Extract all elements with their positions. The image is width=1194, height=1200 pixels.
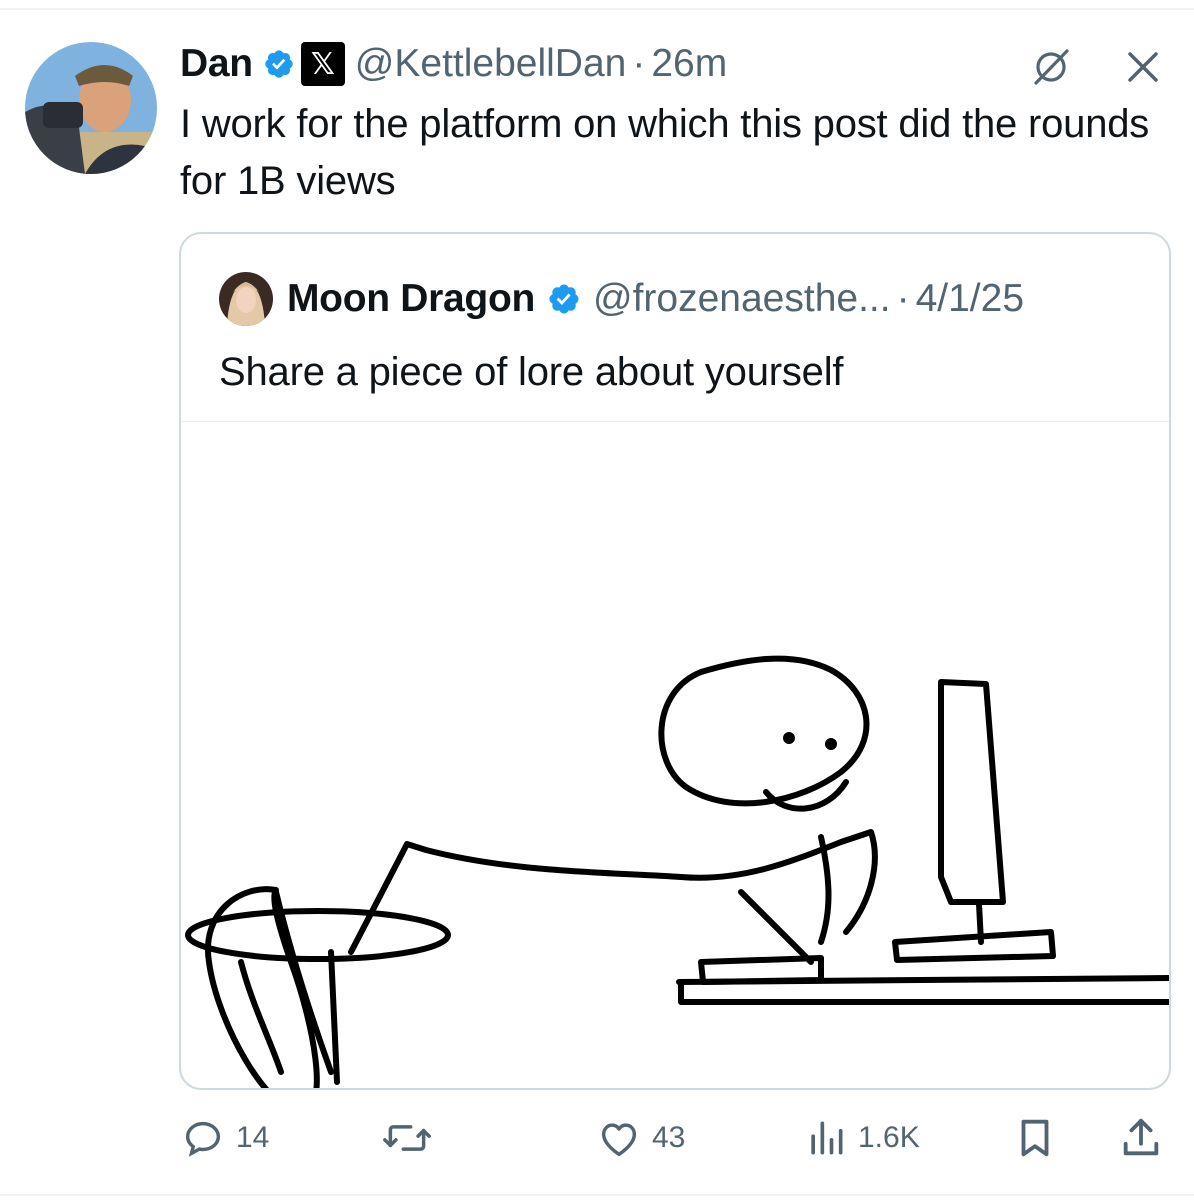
verified-badge-icon[interactable] [263, 48, 295, 80]
reply-button[interactable]: 14 [180, 1108, 269, 1168]
top-divider [0, 8, 1194, 10]
quoted-post-image[interactable] [181, 422, 1169, 1088]
quoted-post-text: Share a piece of lore about yourself [219, 350, 844, 394]
bookmark-icon [1012, 1115, 1058, 1161]
quoted-post-date[interactable]: 4/1/25 [916, 277, 1024, 321]
grok-icon[interactable] [1028, 44, 1074, 90]
like-button[interactable]: 43 [596, 1108, 685, 1168]
quoted-author-handle[interactable]: @frozenaesthe... [593, 277, 891, 321]
close-icon[interactable] [1120, 44, 1166, 90]
post-time[interactable]: 26m [651, 42, 727, 86]
bottom-divider [0, 1194, 1194, 1196]
reply-count: 14 [236, 1121, 270, 1154]
post-actions: 14 43 1.6K [0, 1108, 1194, 1168]
views-button[interactable]: 1.6K [804, 1108, 920, 1168]
quoted-author-name[interactable]: Moon Dragon [287, 277, 535, 321]
author-name[interactable]: Dan [180, 42, 253, 86]
quoted-post[interactable]: Moon Dragon @frozenaesthe... · 4/1/25 Sh… [179, 232, 1171, 1090]
post-header: Dan 𝕏 @KettlebellDan · 26m [180, 36, 727, 92]
like-count: 43 [652, 1121, 686, 1154]
x-affiliate-icon[interactable]: 𝕏 [300, 42, 345, 86]
repost-button[interactable] [383, 1108, 441, 1168]
author-handle[interactable]: @KettlebellDan [355, 42, 627, 86]
post-text: I work for the platform on which this po… [180, 102, 1150, 203]
quoted-author-avatar[interactable] [219, 272, 273, 326]
verified-badge-icon[interactable] [547, 282, 581, 316]
views-count: 1.6K [858, 1121, 920, 1154]
views-icon [804, 1115, 848, 1161]
separator-dot: · [632, 42, 646, 85]
separator-dot: · [896, 277, 910, 320]
repost-icon [383, 1115, 431, 1161]
quoted-post-header: Moon Dragon @frozenaesthe... · 4/1/25 [219, 270, 1024, 328]
reply-icon [180, 1115, 226, 1161]
like-icon [596, 1115, 642, 1161]
author-avatar[interactable] [25, 42, 157, 174]
bookmark-button[interactable] [1012, 1108, 1058, 1168]
share-button[interactable] [1118, 1108, 1164, 1168]
share-icon [1118, 1115, 1164, 1161]
